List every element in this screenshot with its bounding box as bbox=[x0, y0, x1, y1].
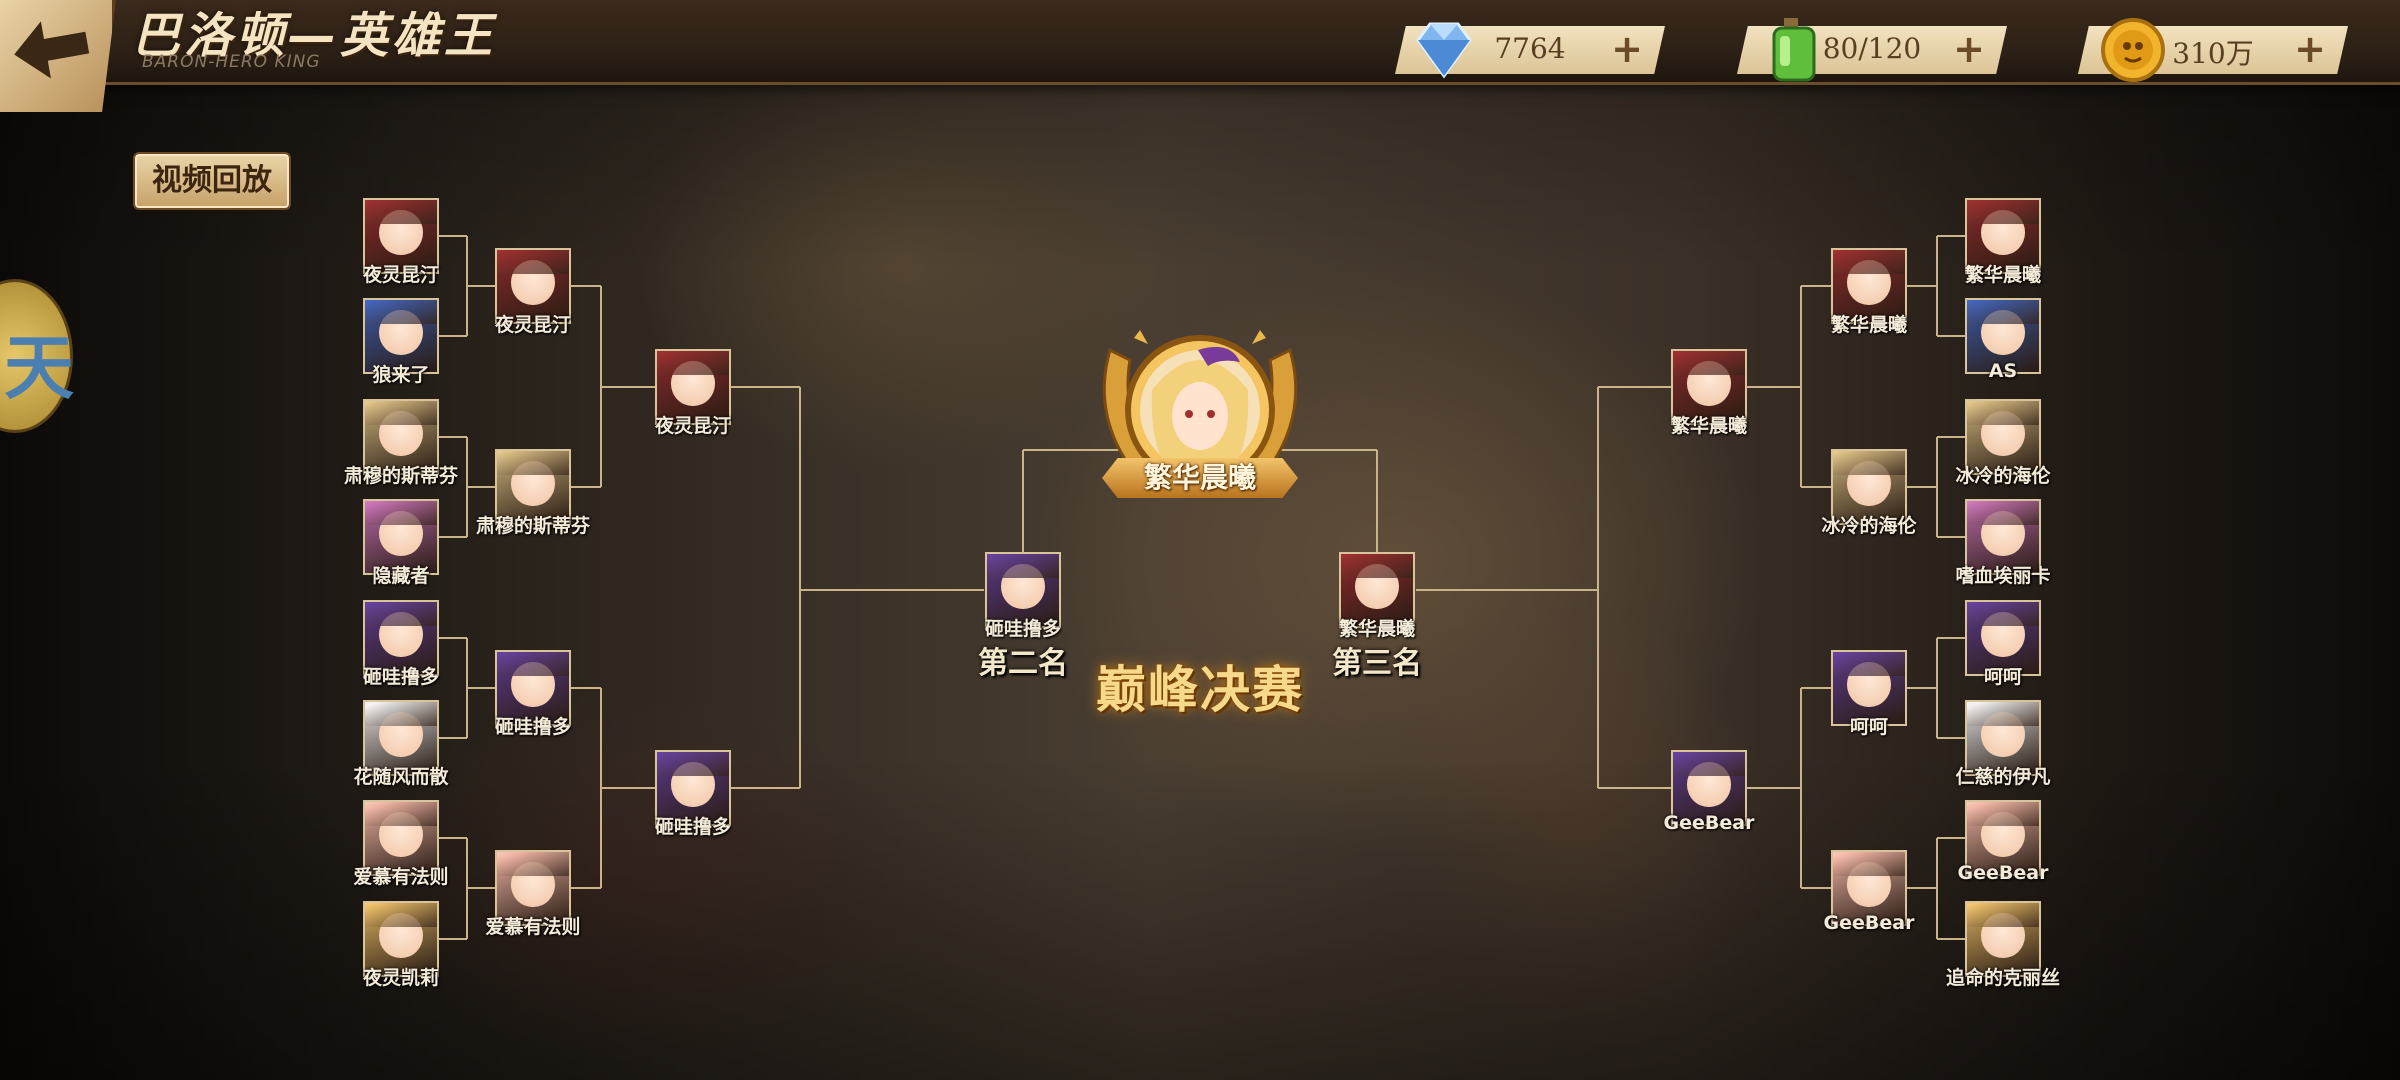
player-name: 繁华晨曦 bbox=[1964, 264, 2041, 286]
player-name: 繁华晨曦 bbox=[1338, 618, 1415, 640]
player-name: 砸哇撸多 bbox=[494, 716, 571, 738]
player-name: GeeBear bbox=[1957, 862, 2049, 884]
player-name: 砸哇撸多 bbox=[362, 666, 439, 688]
player-name: 花随风而散 bbox=[353, 766, 449, 788]
player-name: 狼来了 bbox=[372, 364, 430, 386]
player-name: 繁华晨曦 bbox=[1830, 314, 1907, 336]
runner-up-rank-label: 第二名 bbox=[978, 646, 1068, 681]
player-name: 呵呵 bbox=[1849, 716, 1888, 738]
player-name: 爱慕有法则 bbox=[485, 916, 581, 938]
player-name: 肃穆的斯蒂芬 bbox=[475, 515, 590, 537]
player-name: 肃穆的斯蒂芬 bbox=[343, 465, 458, 487]
player-name: 追命的克丽丝 bbox=[1945, 967, 2060, 989]
player-name: 砸哇撸多 bbox=[654, 816, 731, 838]
player-name: 冰冷的海伦 bbox=[1955, 465, 2051, 487]
player-name: 冰冷的海伦 bbox=[1821, 515, 1917, 537]
player-name: 呵呵 bbox=[1983, 666, 2022, 688]
player-name: GeeBear bbox=[1823, 912, 1915, 934]
player-name: 爱慕有法则 bbox=[353, 866, 449, 888]
player-name: 夜灵昆汀 bbox=[654, 415, 731, 437]
player-name: GeeBear bbox=[1663, 812, 1755, 834]
player-name: AS bbox=[1988, 360, 2018, 382]
player-name: 繁华晨曦 bbox=[1670, 415, 1747, 437]
player-name: 仁慈的伊凡 bbox=[1955, 766, 2051, 788]
third-place-rank-label: 第三名 bbox=[1332, 646, 1422, 681]
player-name: 嗜血埃丽卡 bbox=[1955, 565, 2051, 587]
player-name: 砸哇撸多 bbox=[984, 618, 1061, 640]
final-title: 巅峰决赛 bbox=[1096, 661, 1304, 719]
player-name: 夜灵昆汀 bbox=[362, 264, 439, 286]
player-name: 隐藏者 bbox=[372, 565, 430, 587]
player-name: 夜灵昆汀 bbox=[494, 314, 571, 336]
champion-name-banner: 繁华晨曦 bbox=[1102, 458, 1298, 498]
player-name: 夜灵凯莉 bbox=[362, 967, 439, 989]
